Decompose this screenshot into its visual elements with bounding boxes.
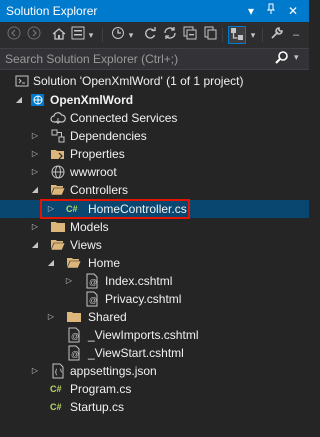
preview-selected-items-icon[interactable] — [228, 26, 246, 44]
tree-item-privacy[interactable]: @ Privacy.cshtml — [0, 290, 309, 308]
highlight-annotation-box — [40, 199, 190, 219]
search-options-dropdown-icon[interactable]: ▾ — [294, 52, 299, 63]
csharp-file-icon: C# — [50, 402, 62, 412]
tree-item-models[interactable]: ▷ Models — [0, 218, 309, 236]
tree-item-label: Connected Services — [70, 111, 178, 125]
svg-text:@: @ — [71, 332, 79, 341]
tree-item-connected-services[interactable]: Connected Services — [0, 109, 309, 127]
tree-item-view-imports[interactable]: @ _ViewImports.cshtml — [0, 326, 309, 344]
title-bar: Solution Explorer ▾ ✕ — [0, 0, 309, 22]
collapsed-caret-icon[interactable]: ▷ — [64, 275, 74, 287]
properties-wrench-icon[interactable] — [268, 26, 286, 44]
expanded-caret-icon[interactable]: ◢ — [14, 94, 24, 106]
search-box[interactable]: Search Solution Explorer (Ctrl+;) ▾ — [0, 48, 309, 70]
tree-item-wwwroot[interactable]: ▷ wwwroot — [0, 163, 309, 181]
tree-item-label: OpenXmlWord — [50, 93, 134, 107]
auto-hide-pin-icon[interactable] — [262, 1, 280, 21]
expanded-caret-icon[interactable]: ◢ — [30, 239, 40, 251]
open-folder-icon — [66, 255, 82, 271]
show-all-files-icon[interactable] — [202, 26, 218, 44]
collapsed-caret-icon[interactable]: ▷ — [30, 365, 40, 377]
svg-text:@: @ — [89, 296, 97, 305]
collapsed-caret-icon[interactable]: ▷ — [46, 311, 56, 323]
search-input[interactable]: Search Solution Explorer (Ctrl+;) — [5, 52, 178, 66]
globe-icon — [50, 164, 66, 180]
tree-item-label: Program.cs — [70, 382, 132, 396]
json-file-icon — [50, 363, 66, 379]
razor-file-icon: @ — [66, 327, 82, 343]
csharp-file-icon: C# — [50, 384, 62, 394]
more-options-icon[interactable]: – — [290, 26, 302, 44]
tree-item-label: Startup.cs — [70, 400, 125, 414]
search-icon[interactable] — [274, 50, 292, 68]
tree-item-label: Properties — [70, 147, 125, 161]
window-title: Solution Explorer — [6, 4, 98, 18]
open-folder-icon — [50, 237, 66, 253]
tree-item-label: _ViewImports.cshtml — [88, 328, 199, 342]
tree-item-controllers[interactable]: ◢ Controllers — [0, 181, 309, 199]
svg-text:@: @ — [89, 278, 97, 287]
tree-item-index[interactable]: ▷ @ Index.cshtml — [0, 272, 309, 290]
tree-item-program[interactable]: C# Program.cs — [0, 380, 309, 398]
tree-item-label: Solution 'OpenXmlWord' (1 of 1 project) — [33, 74, 244, 88]
tree-item-properties[interactable]: ▷ Properties — [0, 145, 309, 163]
tree-item-label: Privacy.cshtml — [105, 292, 182, 306]
tree-item-label: wwwroot — [70, 165, 117, 179]
tree-item-views[interactable]: ◢ Views — [0, 236, 309, 254]
svg-text:@: @ — [71, 350, 79, 359]
home-icon[interactable] — [50, 26, 68, 44]
toolbar-separator — [262, 28, 263, 42]
toolbar-separator — [222, 28, 223, 42]
razor-file-icon: @ — [66, 345, 82, 361]
refresh-icon[interactable] — [162, 26, 178, 44]
razor-file-icon: @ — [84, 273, 100, 289]
collapsed-caret-icon[interactable]: ▷ — [30, 166, 40, 178]
tree-item-startup[interactable]: C# Startup.cs — [0, 398, 309, 416]
back-icon[interactable] — [6, 26, 22, 44]
collapse-all-icon[interactable] — [182, 26, 198, 44]
dependencies-icon — [50, 128, 66, 144]
solution-icon — [14, 73, 30, 89]
razor-file-icon: @ — [84, 291, 100, 307]
open-folder-icon — [50, 182, 66, 198]
tree-item-label: appsettings.json — [70, 364, 157, 378]
properties-folder-icon — [50, 146, 66, 162]
tree-item-label: Models — [70, 220, 109, 234]
tree-item-label: Views — [70, 238, 102, 252]
tree-item-solution[interactable]: Solution 'OpenXmlWord' (1 of 1 project) — [0, 72, 309, 90]
switch-views-dropdown-icon[interactable]: ▾ — [86, 26, 96, 44]
connected-services-cloud-icon — [50, 110, 66, 126]
tree-item-label: Dependencies — [70, 129, 147, 143]
pending-filter-dropdown-icon[interactable]: ▾ — [126, 26, 136, 44]
tree-item-shared[interactable]: ▷ Shared — [0, 308, 309, 326]
switch-views-icon[interactable] — [70, 26, 86, 44]
tree-item-appsettings[interactable]: ▷ appsettings.json — [0, 362, 309, 380]
preview-dropdown-icon[interactable]: ▾ — [248, 26, 258, 44]
web-project-globe-icon — [30, 92, 46, 108]
tree-item-label: _ViewStart.cshtml — [88, 346, 184, 360]
tree-item-label: Shared — [88, 310, 127, 324]
close-icon[interactable]: ✕ — [284, 1, 302, 21]
collapsed-caret-icon[interactable]: ▷ — [30, 221, 40, 233]
collapsed-caret-icon[interactable]: ▷ — [30, 130, 40, 142]
forward-icon[interactable] — [26, 26, 42, 44]
tree-item-label: Home — [88, 256, 121, 270]
expanded-caret-icon[interactable]: ◢ — [30, 184, 40, 196]
tree-item-views-home[interactable]: ◢ Home — [0, 254, 309, 272]
collapsed-caret-icon[interactable]: ▷ — [30, 148, 40, 160]
toolbar-separator — [102, 28, 103, 42]
tree-item-label: Controllers — [70, 183, 129, 197]
tree-item-view-start[interactable]: @ _ViewStart.cshtml — [0, 344, 309, 362]
toolbar: ▾ ▾ ▾ – — [0, 22, 309, 48]
tree-item-project[interactable]: ◢ OpenXmlWord — [0, 91, 309, 109]
folder-icon — [50, 219, 66, 235]
window-position-dropdown-icon[interactable]: ▾ — [242, 1, 260, 21]
expanded-caret-icon[interactable]: ◢ — [46, 257, 56, 269]
tree-item-label: Index.cshtml — [105, 274, 173, 288]
tree-item-dependencies[interactable]: ▷ Dependencies — [0, 127, 309, 145]
sync-with-active-document-icon[interactable] — [142, 26, 158, 44]
pending-changes-filter-icon[interactable] — [110, 26, 126, 44]
folder-icon — [66, 309, 82, 325]
